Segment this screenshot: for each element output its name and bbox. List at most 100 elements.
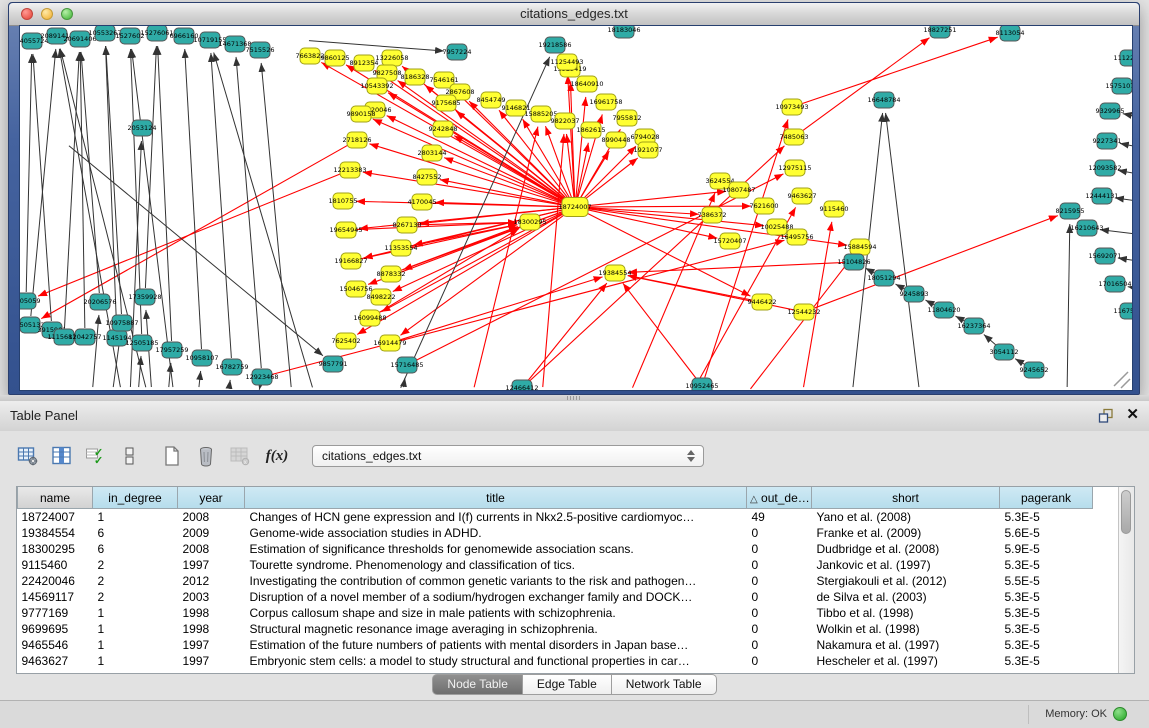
graph-node[interactable]: 15884594 [843, 239, 876, 255]
table-cell[interactable]: Stergiakouli et al. (2012) [812, 573, 1000, 589]
graph-node[interactable]: 7957224 [443, 44, 472, 60]
table-selector-dropdown[interactable]: citations_edges.txt [312, 445, 704, 467]
graph-edge[interactable] [576, 97, 586, 198]
graph-edge[interactable] [33, 54, 51, 321]
graph-edge[interactable] [106, 46, 117, 329]
graph-node[interactable]: 17359928 [128, 289, 161, 305]
graph-edge[interactable] [529, 146, 785, 382]
table-cell[interactable]: 5.9E-5 [1000, 541, 1093, 557]
table-scrollbar[interactable] [1118, 487, 1134, 673]
graph-node[interactable]: 18724007 [558, 198, 591, 217]
table-cell[interactable]: 1998 [178, 621, 245, 637]
table-cell[interactable]: 9115460 [18, 557, 93, 573]
table-cell[interactable]: 5.3E-5 [1000, 621, 1093, 637]
graph-node[interactable]: 9860125 [321, 50, 350, 66]
graph-node[interactable]: 12444131 [1085, 188, 1118, 204]
table-cell[interactable]: 1 [93, 653, 178, 669]
table-cell[interactable]: 2012 [178, 573, 245, 589]
table-cell[interactable]: Investigating the contribution of common… [245, 573, 747, 589]
graph-node[interactable]: 16237364 [957, 318, 990, 334]
graph-edge[interactable] [750, 257, 852, 389]
graph-node[interactable]: 11353554 [384, 240, 417, 256]
table-cell[interactable]: 0 [747, 525, 812, 541]
graph-node[interactable]: 9115460 [820, 201, 849, 217]
graph-edge[interactable] [435, 202, 566, 206]
graph-node[interactable]: 18640910 [570, 76, 603, 92]
graph-node[interactable]: 8113054 [996, 26, 1025, 41]
table-row[interactable]: 969969511998Structural magnetic resonanc… [18, 621, 1093, 637]
table-row[interactable]: 1830029562008Estimation of significance … [18, 541, 1093, 557]
table-cell[interactable]: Embryonic stem cells: a model to study s… [245, 653, 747, 669]
table-cell[interactable]: 2 [93, 589, 178, 605]
graph-edge[interactable] [1120, 143, 1132, 146]
graph-edge[interactable] [545, 126, 571, 198]
graph-edge[interactable] [199, 371, 201, 387]
graph-node[interactable]: 8215955 [1056, 203, 1085, 219]
table-cell[interactable]: 9463627 [18, 653, 93, 669]
graph-node[interactable]: 8186328 [401, 69, 430, 85]
table-cell[interactable]: 2008 [178, 509, 245, 526]
graph-node[interactable]: 9227341 [1093, 133, 1122, 149]
table-cell[interactable]: 1997 [178, 653, 245, 669]
graph-edge[interactable] [26, 54, 31, 292]
table-cell[interactable]: 2009 [178, 525, 245, 541]
graph-node[interactable]: 15720407 [713, 233, 746, 249]
table-cell[interactable]: 18300295 [18, 541, 93, 557]
graph-edge[interactable] [801, 38, 929, 132]
table-cell[interactable]: 1 [93, 637, 178, 653]
graph-edge[interactable] [584, 191, 726, 206]
table-cell[interactable]: Estimation of the future numbers of pati… [245, 637, 747, 653]
graph-node[interactable]: 9857791 [319, 356, 348, 372]
graph-node[interactable]: 16648784 [867, 92, 900, 108]
table-options-button[interactable] [14, 443, 42, 469]
graph-edge[interactable] [581, 146, 635, 200]
table-row[interactable]: 977716911998Corpus callosum shape and si… [18, 605, 1093, 621]
graph-node[interactable]: 16914479 [373, 335, 406, 351]
graph-node[interactable]: 15692071 [1088, 248, 1121, 264]
graph-node[interactable]: 5205059 [20, 293, 40, 309]
table-cell[interactable]: 1 [93, 621, 178, 637]
table-row[interactable]: 911546021997Tourette syndrome. Phenomeno… [18, 557, 1093, 573]
graph-edge[interactable] [93, 315, 99, 387]
graph-edge[interactable] [387, 116, 567, 203]
graph-edge[interactable] [363, 172, 566, 205]
table-cell[interactable]: 0 [747, 589, 812, 605]
graph-edge[interactable] [1100, 230, 1132, 234]
graph-edge[interactable] [1067, 224, 1070, 387]
table-cell[interactable]: 1 [93, 605, 178, 621]
graph-node[interactable]: 3054112 [990, 344, 1019, 360]
table-cell[interactable]: 9699695 [18, 621, 93, 637]
function-builder-button[interactable]: f(x) [260, 443, 294, 469]
graph-node[interactable]: 8427552 [413, 169, 442, 185]
graph-edge[interactable] [886, 113, 919, 387]
table-cell[interactable]: 19384554 [18, 525, 93, 541]
table-cell[interactable]: 9465546 [18, 637, 93, 653]
graph-edge[interactable] [214, 52, 313, 387]
graph-node[interactable]: 19218586 [538, 37, 571, 53]
table-cell[interactable]: 1 [93, 509, 178, 526]
table-cell[interactable]: Hescheler et al. (1997) [812, 653, 1000, 669]
table-cell[interactable]: 5.5E-5 [1000, 573, 1093, 589]
table-cell[interactable]: 18724007 [18, 509, 93, 526]
graph-edge[interactable] [628, 262, 845, 272]
graph-node[interactable]: 9463627 [788, 188, 817, 204]
table-row[interactable]: 1872400712008Changes of HCN gene express… [18, 509, 1093, 526]
close-panel-icon[interactable]: ✕ [1126, 405, 1139, 423]
graph-edge[interactable] [440, 180, 566, 206]
table-cell[interactable]: Tibbo et al. (1998) [812, 605, 1000, 621]
table-cell[interactable]: Franke et al. (2009) [812, 525, 1000, 541]
float-panel-icon[interactable] [1097, 407, 1115, 425]
tab-network-table[interactable]: Network Table [612, 674, 717, 695]
show-columns-button[interactable] [48, 443, 76, 469]
table-scrollbar-thumb[interactable] [1121, 490, 1131, 534]
graph-edge[interactable] [211, 53, 232, 358]
delete-columns-button[interactable] [192, 443, 220, 469]
tab-edge-table[interactable]: Edge Table [523, 674, 612, 695]
graph-node[interactable]: 19166827 [334, 253, 367, 269]
table-cell[interactable]: 0 [747, 573, 812, 589]
table-cell[interactable]: 1997 [178, 557, 245, 573]
table-cell[interactable]: 2 [93, 573, 178, 589]
graph-node[interactable]: 11675317 [1113, 303, 1132, 319]
graph-node[interactable]: 12213383 [333, 162, 366, 178]
graph-node[interactable]: 16961758 [589, 94, 622, 110]
